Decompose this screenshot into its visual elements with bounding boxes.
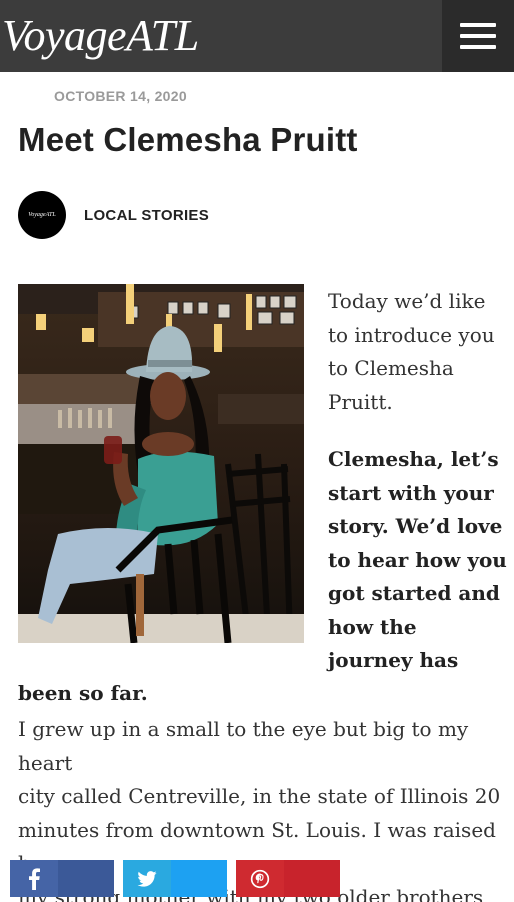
answer-line: I grew up in a small to the eye but big … <box>18 717 469 775</box>
answer-line: city called Centreville, in the state of… <box>18 784 501 808</box>
question-line: how the <box>328 614 417 639</box>
hamburger-icon-line <box>460 45 496 49</box>
author-avatar-text: VoyageATL <box>28 212 56 218</box>
intro-line: Today we’d like <box>328 289 486 313</box>
site-header: VoyageATL <box>0 0 514 72</box>
question-line: journey has <box>328 648 459 672</box>
intro-line: Pruitt. <box>328 389 393 414</box>
question-line: story. We’d love <box>328 514 503 538</box>
question-line: to hear how you <box>328 547 507 572</box>
article-date: OCTOBER 14, 2020 <box>54 88 187 104</box>
question-line: got started and <box>328 581 500 605</box>
pinterest-share-button[interactable] <box>236 860 340 897</box>
question-line: Clemesha, let’s <box>328 447 499 471</box>
facebook-share-button[interactable] <box>10 860 114 897</box>
hamburger-icon-line <box>460 23 496 27</box>
pinterest-icon <box>236 860 284 897</box>
article-photo <box>18 284 304 643</box>
article-title: Meet Clemesha Pruitt <box>18 121 358 158</box>
author-avatar[interactable]: VoyageATL <box>18 191 66 239</box>
menu-button[interactable] <box>442 0 514 72</box>
question-line: start with your <box>328 480 494 505</box>
category-link[interactable]: LOCAL STORIES <box>84 207 209 224</box>
question-line: been so far. <box>18 681 148 705</box>
site-logo[interactable]: VoyageATL <box>2 10 199 62</box>
facebook-icon <box>10 860 58 897</box>
twitter-icon <box>123 860 171 897</box>
interview-question: Clemesha, let’s start with your story. W… <box>328 443 514 678</box>
intro-line: to introduce you <box>328 322 495 347</box>
twitter-share-button[interactable] <box>123 860 227 897</box>
intro-paragraph: Today we’d like to introduce you to Clem… <box>328 285 508 419</box>
hamburger-icon-line <box>460 34 496 38</box>
intro-line: to Clemesha <box>328 356 454 380</box>
